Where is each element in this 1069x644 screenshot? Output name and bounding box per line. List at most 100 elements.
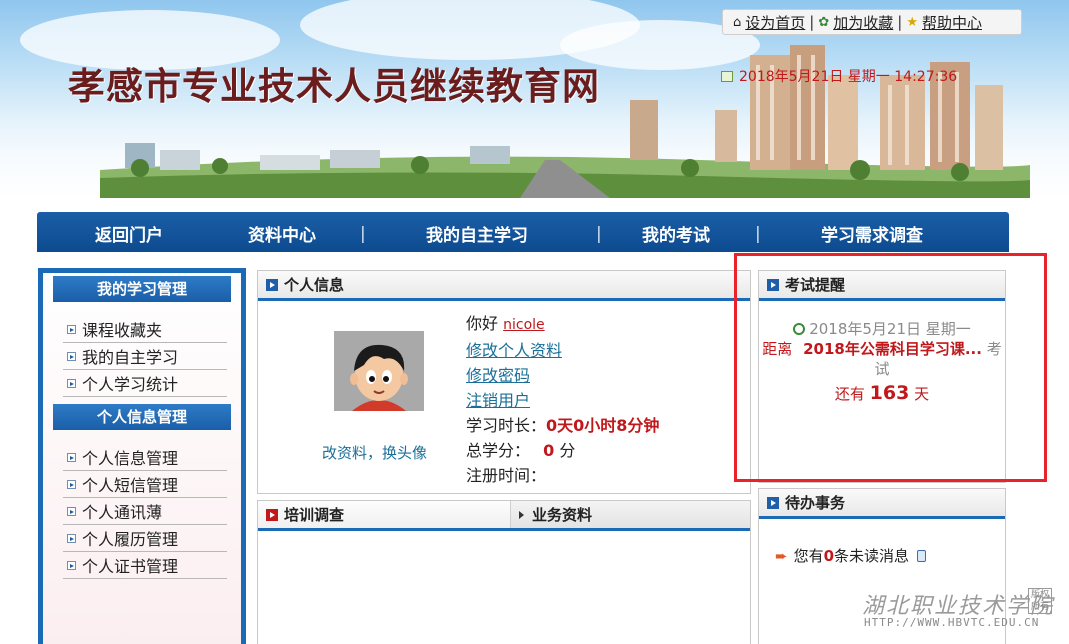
remain-prefix: 还有 xyxy=(834,385,865,403)
pointing-hand-icon: ➨ xyxy=(775,546,788,565)
panel-title: 考试提醒 xyxy=(785,276,846,294)
sidebar-item-label: 我的自主学习 xyxy=(82,348,179,367)
nav-separator: | xyxy=(360,224,366,244)
exam-reminder-panel: 考试提醒 2018年5月21日 星期一 距离 2018年公需科目学习课... 考… xyxy=(758,270,1006,483)
exam-reminder-content: 2018年5月21日 星期一 距离 2018年公需科目学习课... 考试 还有 … xyxy=(759,319,1005,404)
panel-title: 待办事务 xyxy=(785,494,846,512)
help-center-link[interactable]: 帮助中心 xyxy=(922,12,982,33)
arrow-bullet-icon xyxy=(67,533,76,543)
watermark: 湖北职业技术学院 版权所有 HTTP://WWW.HBVTC.EDU.CN xyxy=(860,588,1058,634)
clock-icon xyxy=(793,323,806,335)
tab-arrow-icon xyxy=(266,508,278,521)
cartoon-avatar-icon xyxy=(334,331,424,411)
change-avatar-link[interactable]: 改资料，换头像 xyxy=(322,442,427,463)
greeting-line: 你好 nicole xyxy=(466,311,659,338)
sidebar-list: 个人信息管理 个人短信管理 个人通讯薄 个人履历管理 个人证书管理 xyxy=(63,444,227,579)
add-favorite-link[interactable]: 加为收藏 xyxy=(833,12,893,33)
home-icon: ⌂ xyxy=(733,14,742,30)
sidebar-item-label: 课程收藏夹 xyxy=(82,321,163,340)
tab-label: 培训调查 xyxy=(284,506,345,524)
study-time-label: 学习时长： xyxy=(466,416,547,435)
arrow-bullet-icon xyxy=(67,452,76,462)
credits-value: 0 xyxy=(543,441,555,460)
days-remaining: 163 xyxy=(869,382,910,404)
sidebar-item-sms[interactable]: 个人短信管理 xyxy=(63,471,227,498)
sidebar-item-resume[interactable]: 个人履历管理 xyxy=(63,525,227,552)
nav-portal[interactable]: 返回门户 xyxy=(95,221,163,246)
set-homepage-link[interactable]: 设为首页 xyxy=(745,12,805,33)
study-time-line: 学习时长：0天0小时8分钟 xyxy=(466,413,659,438)
main-nav: 返回门户 资料中心 | 我的自主学习 | 我的考试 | 学习需求调查 xyxy=(37,212,1009,252)
logout-link[interactable]: 注销用户 xyxy=(466,391,530,410)
change-password-link[interactable]: 修改密码 xyxy=(466,366,530,385)
personal-info-panel: 个人信息 改资料，换头像 你好 nicole 修改个人资料 修改密码 注销用户 … xyxy=(257,270,751,494)
sidebar-item-label: 个人短信管理 xyxy=(82,476,179,495)
sidebar-item-certificates[interactable]: 个人证书管理 xyxy=(63,552,227,579)
sidebar-item-self-study[interactable]: 我的自主学习 xyxy=(63,343,227,370)
todo-text-before: 您有 xyxy=(793,547,824,565)
sidebar-item-contacts[interactable]: 个人通讯薄 xyxy=(63,498,227,525)
panel-header: 考试提醒 xyxy=(759,271,1005,301)
nav-my-exams[interactable]: 我的考试 xyxy=(642,221,710,246)
credits-label: 总学分： xyxy=(466,441,531,460)
tab-training-survey[interactable]: 培训调查 xyxy=(258,501,510,528)
triangle-arrow-icon xyxy=(519,510,524,519)
sidebar-item-label: 个人通讯薄 xyxy=(82,503,163,522)
panel-header: 个人信息 xyxy=(258,271,750,301)
study-time-value: 0天0小时8分钟 xyxy=(546,416,660,435)
arrow-bullet-icon xyxy=(67,479,76,489)
sidebar-item-label: 个人学习统计 xyxy=(82,375,179,394)
exam-date: 2018年5月21日 星期一 xyxy=(809,320,971,338)
panel-header: 待办事务 xyxy=(759,489,1005,519)
tabs-header: 培训调查 业务资料 xyxy=(258,501,750,531)
register-time-line: 注册时间： xyxy=(466,463,659,488)
panel-title: 个人信息 xyxy=(284,276,345,294)
panel-arrow-icon xyxy=(767,496,779,509)
sidebar-item-study-stats[interactable]: 个人学习统计 xyxy=(63,370,227,397)
calendar-icon xyxy=(721,70,733,82)
sidebar-item-course-favorites[interactable]: 课程收藏夹 xyxy=(63,316,227,343)
register-time-label: 注册时间： xyxy=(466,466,547,485)
exam-date-line: 2018年5月21日 星期一 xyxy=(759,319,1005,339)
watermark-seal: 版权所有 xyxy=(1028,588,1052,614)
panel-arrow-icon xyxy=(767,278,779,291)
sidebar-list: 课程收藏夹 我的自主学习 个人学习统计 xyxy=(63,316,227,397)
unread-messages[interactable]: ➨ 您有 0 条未读消息 xyxy=(775,545,927,566)
sidebar-item-personal-info[interactable]: 个人信息管理 xyxy=(63,444,227,471)
user-info: 你好 nicole 修改个人资料 修改密码 注销用户 学习时长：0天0小时8分钟… xyxy=(466,311,659,488)
arrow-bullet-icon xyxy=(67,378,76,388)
arrow-bullet-icon xyxy=(67,324,76,334)
arrow-bullet-icon xyxy=(67,560,76,570)
left-sidebar: 我的学习管理 课程收藏夹 我的自主学习 个人学习统计 个人信息管理 个人信息管理… xyxy=(38,268,246,644)
remain-suffix: 天 xyxy=(914,385,930,403)
tab-label: 业务资料 xyxy=(532,506,593,524)
nav-self-study[interactable]: 我的自主学习 xyxy=(426,221,528,246)
datetime-text: 2018年5月21日 星期一 14:27:36 xyxy=(739,69,958,85)
arrow-bullet-icon xyxy=(67,351,76,361)
exam-prefix: 距离 xyxy=(762,340,793,358)
message-icon xyxy=(917,549,927,562)
site-title: 孝感市专业技术人员继续教育网 xyxy=(68,64,600,108)
panel-arrow-icon xyxy=(266,278,278,291)
avatar[interactable] xyxy=(334,331,424,411)
nav-resource-center[interactable]: 资料中心 xyxy=(248,221,316,246)
greeting-text: 你好 xyxy=(466,314,499,333)
current-datetime: 2018年5月21日 星期一 14:27:36 xyxy=(721,66,957,86)
exam-name-line[interactable]: 距离 2018年公需科目学习课... 考试 xyxy=(759,339,1005,379)
link-separator: | xyxy=(897,13,903,31)
sidebar-item-label: 个人履历管理 xyxy=(82,530,179,549)
top-links-bar: ⌂ 设为首页 | ✿ 加为收藏 | ★ 帮助中心 xyxy=(722,9,1022,35)
favorite-icon: ✿ xyxy=(818,14,830,30)
sidebar-section-title: 我的学习管理 xyxy=(53,276,231,302)
sidebar-item-label: 个人证书管理 xyxy=(82,557,179,576)
sidebar-section-title: 个人信息管理 xyxy=(53,404,231,430)
link-separator: | xyxy=(809,13,815,31)
edit-profile-link[interactable]: 修改个人资料 xyxy=(466,341,562,360)
star-icon: ★ xyxy=(906,14,918,30)
username-link[interactable]: nicole xyxy=(503,317,545,333)
header-banner: 孝感市专业技术人员继续教育网 ⌂ 设为首页 | ✿ 加为收藏 | ★ 帮助中心 … xyxy=(0,0,1069,198)
nav-separator: | xyxy=(755,224,761,244)
nav-needs-survey[interactable]: 学习需求调查 xyxy=(821,221,923,246)
exam-name: 2018年公需科目学习课... xyxy=(803,340,982,358)
tab-business-materials[interactable]: 业务资料 xyxy=(510,501,750,528)
